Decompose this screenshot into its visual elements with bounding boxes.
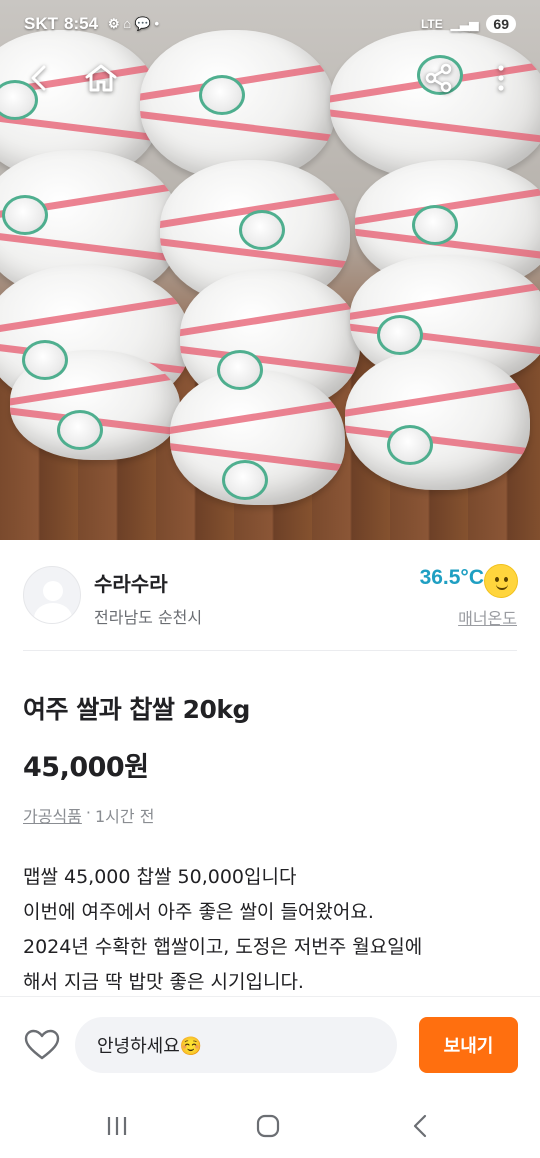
share-icon xyxy=(425,63,452,93)
carrier-label: SKT xyxy=(24,14,58,33)
home-icon xyxy=(85,64,117,92)
bag-tie xyxy=(239,210,285,250)
back-button[interactable] xyxy=(14,52,64,104)
rice-bag xyxy=(345,350,530,490)
send-button[interactable]: 보내기 xyxy=(419,1017,518,1073)
bag-tie xyxy=(387,425,433,465)
chat-message-input[interactable] xyxy=(75,1017,397,1073)
chevron-left-icon xyxy=(413,1114,427,1138)
category-link[interactable]: 가공식품 xyxy=(23,803,82,827)
system-navigation-bar xyxy=(0,1092,540,1158)
smile-face-icon xyxy=(484,564,518,598)
more-vertical-icon xyxy=(498,65,504,91)
listing-title: 여주 쌀과 찹쌀 20kg xyxy=(23,695,250,724)
bag-tie xyxy=(2,195,48,235)
top-navigation xyxy=(0,52,540,108)
posted-time: 1시간 전 xyxy=(94,807,155,826)
back-arrow-icon xyxy=(31,65,46,91)
seller-profile[interactable]: 수라수라 전라남도 순천시 36.5°C 매너온도 xyxy=(0,562,540,650)
more-button[interactable] xyxy=(476,52,526,104)
listing-description: 맵쌀 45,000 찹쌀 50,000입니다 이번에 여주에서 아주 좋은 쌀이… xyxy=(23,860,523,996)
product-photo[interactable]: SKT 8:54 ⚙ ⌂ 💬 • LTE ▁▃▅ 69 xyxy=(0,0,540,540)
manner-temperature-link[interactable]: 매너온도 xyxy=(458,605,517,629)
listing-price: 45,000원 xyxy=(23,752,149,783)
heart-icon[interactable] xyxy=(24,1029,60,1061)
meta-separator: · xyxy=(85,803,91,822)
bag-tie xyxy=(377,315,423,355)
bag-tie xyxy=(22,340,68,380)
bag-tie xyxy=(217,350,263,390)
share-button[interactable] xyxy=(414,52,464,104)
signal-icon: ▁▃▅ xyxy=(450,17,479,31)
home-button[interactable] xyxy=(76,52,126,104)
description-line: 맵쌀 45,000 찹쌀 50,000입니다 xyxy=(23,866,297,888)
divider xyxy=(23,650,517,651)
home-system-button[interactable] xyxy=(248,1112,288,1140)
description-line: 해서 지금 딱 밥맛 좋은 시기입니다. xyxy=(23,971,304,993)
network-label: LTE xyxy=(420,17,443,31)
bag-tie xyxy=(412,205,458,245)
description-line: 2024년 수확한 햅쌀이고, 도정은 저번주 월요일에 xyxy=(23,936,423,958)
manner-temperature: 36.5°C xyxy=(419,566,484,589)
clock: 8:54 xyxy=(64,14,99,33)
home-square-icon xyxy=(256,1114,280,1138)
bag-tie xyxy=(222,460,268,500)
status-bar: SKT 8:54 ⚙ ⌂ 💬 • LTE ▁▃▅ 69 xyxy=(0,0,540,48)
seller-name[interactable]: 수라수라 xyxy=(94,568,168,597)
bag-tie xyxy=(57,410,103,450)
description-line: 이번에 여주에서 아주 좋은 쌀이 들어왔어요. xyxy=(23,901,374,923)
back-system-button[interactable] xyxy=(400,1112,440,1140)
avatar[interactable] xyxy=(23,566,81,624)
battery-level: 69 xyxy=(486,15,516,33)
recent-apps-icon xyxy=(107,1117,127,1135)
chat-bar: 보내기 xyxy=(0,996,540,1092)
recent-apps-button[interactable] xyxy=(97,1112,137,1140)
notification-icons: ⚙ ⌂ 💬 • xyxy=(108,16,160,31)
listing-meta: 가공식품 · 1시간 전 xyxy=(23,803,154,827)
seller-location: 전라남도 순천시 xyxy=(94,608,203,627)
